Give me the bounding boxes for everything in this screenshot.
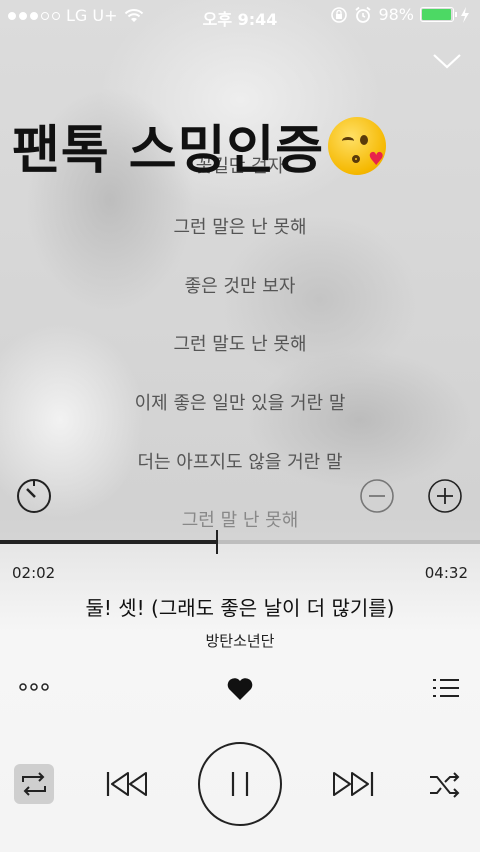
song-title: 둘! 셋! (그래도 좋은 날이 더 많기를) (85, 596, 395, 620)
seek-bar[interactable] (0, 530, 480, 554)
sleep-timer-icon[interactable] (15, 476, 53, 514)
lyric-line: 그런 말 난 못해 (181, 510, 299, 531)
playlist-icon[interactable] (432, 676, 460, 700)
repeat-button[interactable] (14, 764, 54, 804)
kissing-heart-emoji-icon: ♥ (328, 116, 387, 175)
next-track-icon[interactable] (330, 768, 376, 800)
pause-icon (231, 772, 249, 796)
charging-icon (461, 6, 469, 23)
overlay-caption-text: 팬톡 스밍인증 (12, 121, 325, 181)
heart-like-icon[interactable] (226, 676, 254, 702)
lyric-line: 더는 아프지도 않을 거란 말 (137, 452, 343, 473)
more-options-icon[interactable] (18, 680, 50, 694)
artist-name[interactable]: 방탄소년단 (0, 630, 480, 651)
seek-bar-thumb[interactable] (215, 530, 218, 554)
shuffle-icon[interactable] (428, 770, 462, 800)
rotation-lock-icon (331, 6, 348, 23)
battery-percent: 98% (378, 5, 414, 24)
repeat-icon (22, 772, 46, 796)
total-duration: 04:32 (424, 564, 468, 582)
lyric-line: 좋은 것만 보자 (184, 276, 296, 297)
previous-track-icon[interactable] (104, 768, 150, 800)
battery-icon (420, 7, 457, 22)
lyric-line: 그런 말도 난 못해 (173, 334, 307, 355)
status-bar: LG U+ 오후 9:44 98% (0, 0, 480, 32)
lyric-line: 이제 좋은 일만 있을 거란 말 (134, 393, 346, 414)
lyric-zoom-out-icon[interactable] (359, 478, 395, 514)
chevron-down-icon[interactable] (432, 52, 462, 70)
pause-button[interactable] (198, 742, 282, 826)
seek-bar-fill (0, 540, 216, 544)
lyric-line: 그런 말은 난 못해 (173, 217, 307, 238)
elapsed-time: 02:02 (12, 564, 56, 582)
alarm-icon (355, 6, 372, 23)
overlay-caption: 팬톡 스밍인증 ♥ (12, 108, 387, 183)
lyric-zoom-in-icon[interactable] (427, 478, 463, 514)
